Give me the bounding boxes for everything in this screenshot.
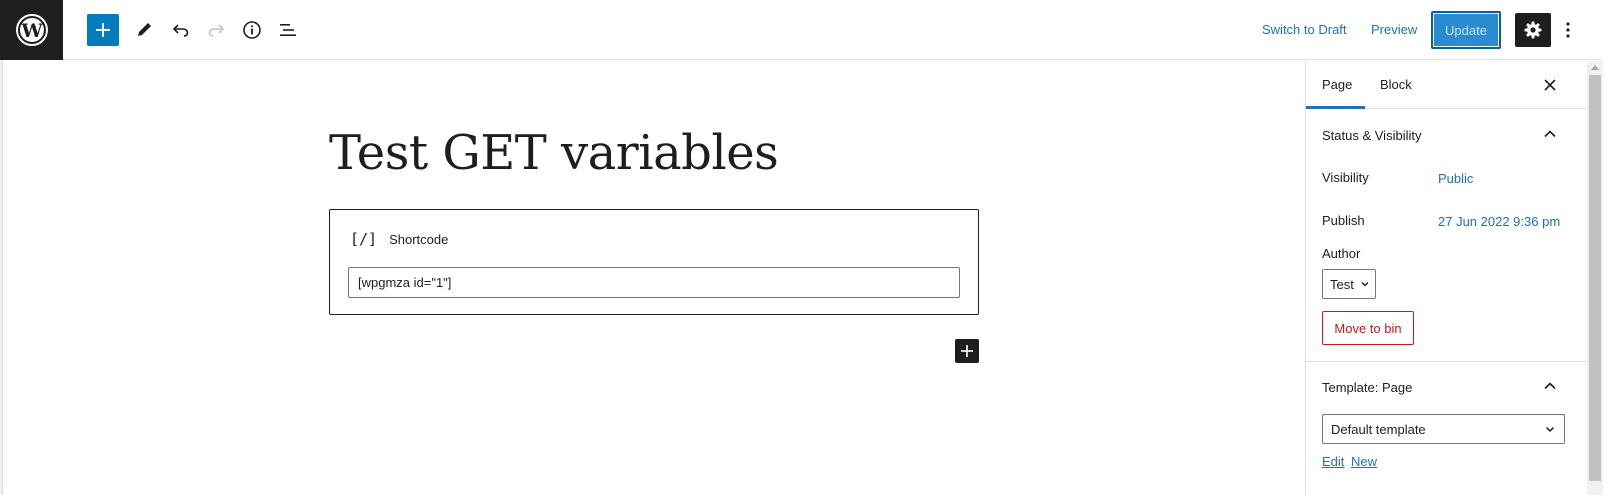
details-button[interactable] — [236, 14, 268, 46]
close-sidebar-button[interactable] — [1538, 73, 1562, 97]
sidebar-tabs: Page Block — [1306, 61, 1588, 109]
list-view-button[interactable] — [272, 14, 304, 46]
close-icon — [1544, 79, 1556, 91]
author-select[interactable]: Test — [1322, 269, 1376, 299]
chevron-up-icon — [1544, 130, 1556, 138]
top-toolbar: W Switch to Draft Preview Update — [0, 0, 1603, 60]
template-selected-value: Default template — [1331, 421, 1426, 437]
move-to-bin-button[interactable]: Move to bin — [1322, 311, 1414, 345]
pencil-icon — [138, 23, 151, 36]
chevron-down-icon — [1545, 426, 1555, 433]
template-select[interactable]: Default template — [1322, 414, 1565, 444]
add-block-button[interactable] — [87, 14, 119, 46]
preview-button[interactable]: Preview — [1371, 21, 1417, 39]
status-visibility-title: Status & Visibility — [1322, 128, 1422, 143]
left-edge — [0, 60, 3, 495]
add-block-appender-button[interactable] — [955, 339, 979, 363]
author-value: Test — [1330, 276, 1354, 292]
settings-button[interactable] — [1515, 13, 1551, 47]
scrollbar-thumb[interactable] — [1589, 75, 1601, 481]
wordpress-logo-icon[interactable]: W — [0, 0, 63, 60]
template-panel-title: Template: Page — [1322, 380, 1413, 395]
plus-icon — [961, 345, 973, 357]
more-options-button[interactable] — [1561, 16, 1575, 44]
shortcode-icon: [/] — [350, 230, 378, 248]
shortcode-label: Shortcode — [389, 231, 449, 247]
publish-label: Publish — [1322, 213, 1365, 228]
new-template-link[interactable]: New — [1351, 454, 1377, 469]
chevron-up-icon — [1544, 382, 1556, 390]
shortcode-input[interactable] — [348, 267, 960, 298]
redo-button[interactable] — [200, 14, 232, 46]
scroll-up-arrow-icon[interactable] — [1591, 65, 1599, 70]
shortcode-block-header: [/] Shortcode — [350, 230, 448, 248]
undo-icon — [172, 24, 189, 37]
publish-date-button[interactable]: 27 Jun 2022 9:36 pm — [1438, 214, 1560, 229]
author-label: Author — [1322, 246, 1361, 261]
list-view-icon — [280, 24, 296, 36]
plus-icon — [96, 23, 110, 37]
more-vertical-icon — [1566, 22, 1570, 38]
chevron-down-icon — [1361, 282, 1369, 287]
info-icon — [243, 21, 261, 39]
redo-icon — [208, 24, 225, 37]
status-visibility-panel-toggle[interactable]: Status & Visibility — [1306, 110, 1588, 162]
undo-button[interactable] — [165, 14, 197, 46]
svg-text:W: W — [20, 20, 43, 42]
settings-sidebar: Page Block Status & Visibility Visibilit… — [1305, 61, 1588, 495]
sidebar-scrollbar[interactable] — [1587, 61, 1603, 495]
tab-block[interactable]: Block — [1380, 61, 1412, 109]
tab-page[interactable]: Page — [1322, 61, 1352, 109]
block-editor: W Switch to Draft Preview Update Test GE… — [0, 0, 1603, 495]
edit-template-link[interactable]: Edit — [1322, 454, 1344, 469]
gear-icon — [1524, 21, 1542, 39]
tools-button[interactable] — [128, 14, 160, 46]
visibility-value-button[interactable]: Public — [1438, 171, 1473, 186]
visibility-label: Visibility — [1322, 170, 1369, 185]
switch-to-draft-button[interactable]: Switch to Draft — [1262, 21, 1347, 39]
template-panel-toggle[interactable]: Template: Page — [1306, 362, 1588, 414]
post-title[interactable]: Test GET variables — [329, 125, 779, 181]
shortcode-block[interactable]: [/] Shortcode — [329, 209, 979, 315]
active-tab-indicator — [1306, 106, 1365, 109]
update-button[interactable]: Update — [1431, 11, 1501, 49]
